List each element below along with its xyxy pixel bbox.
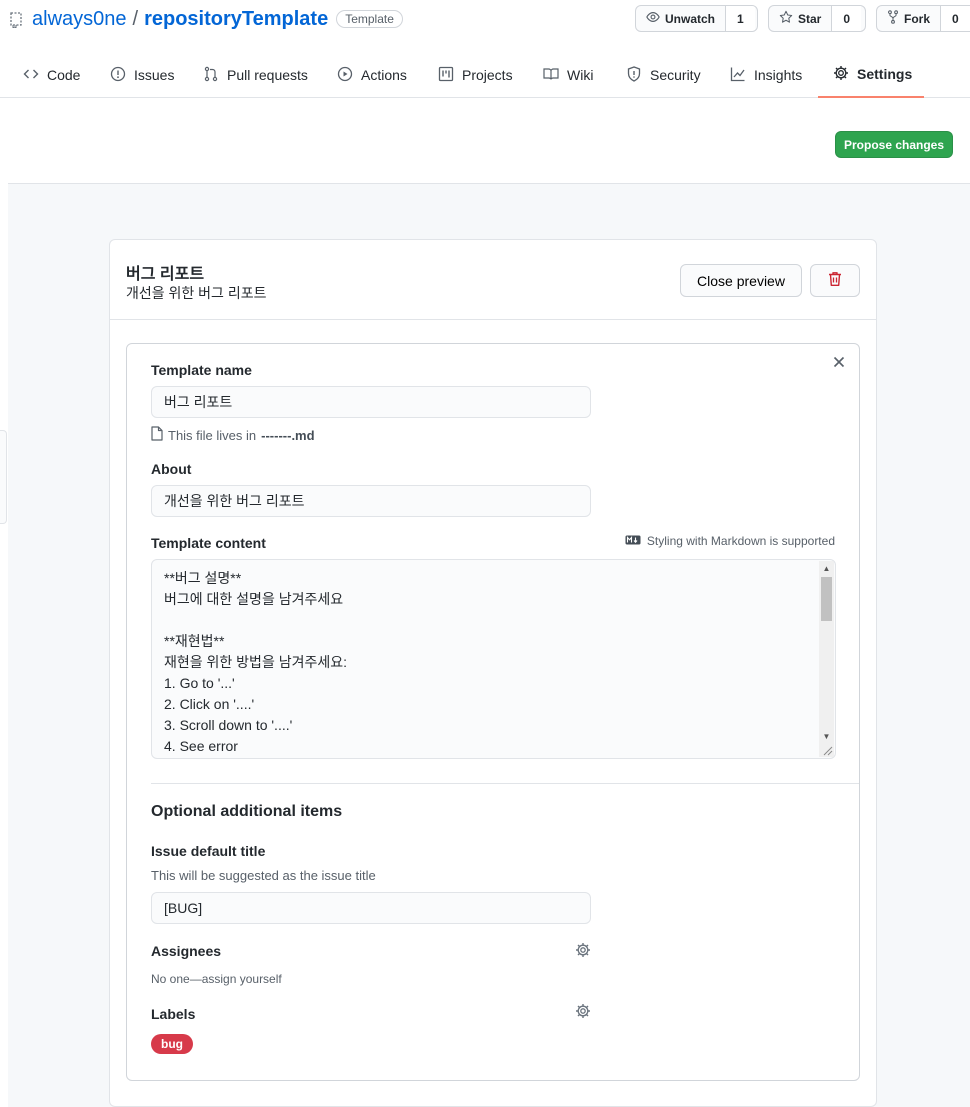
assignees-note[interactable]: No one—assign yourself xyxy=(151,972,282,986)
watchers-count[interactable]: 1 xyxy=(725,6,755,31)
fork-label: Fork xyxy=(904,11,931,26)
path-separator: / xyxy=(132,7,139,30)
bug-label-badge: bug xyxy=(151,1034,193,1054)
tab-issues-label: Issues xyxy=(134,67,175,83)
markdown-note-text: Styling with Markdown is supported xyxy=(646,534,835,548)
play-icon xyxy=(337,66,353,85)
file-location-note: This file lives in -------.md xyxy=(151,426,315,444)
tab-settings[interactable]: Settings xyxy=(818,52,924,98)
unwatch-label: Unwatch xyxy=(665,11,716,26)
repo-name-link[interactable]: repositoryTemplate xyxy=(144,8,328,31)
labels-gear-icon[interactable] xyxy=(575,1003,591,1019)
file-note-path: -------.md xyxy=(261,427,315,443)
tab-pull-requests[interactable]: Pull requests xyxy=(203,52,308,98)
tab-code[interactable]: Code xyxy=(23,52,80,98)
tab-projects[interactable]: Projects xyxy=(438,52,513,98)
tab-settings-label: Settings xyxy=(857,66,913,82)
close-preview-button[interactable]: Close preview xyxy=(680,264,802,297)
file-note-prefix: This file lives in xyxy=(168,427,257,443)
delete-template-button[interactable] xyxy=(810,264,860,297)
repo-owner-link[interactable]: always0ne xyxy=(32,8,127,31)
star-button[interactable]: Star xyxy=(769,6,831,31)
shield-icon xyxy=(626,65,642,85)
stars-count[interactable]: 0 xyxy=(831,6,862,31)
optional-items-heading: Optional additional items xyxy=(151,803,343,820)
forks-count[interactable]: 0 xyxy=(940,6,970,31)
star-button-group: Star 0 xyxy=(768,5,866,32)
trash-icon xyxy=(828,271,842,290)
issue-icon xyxy=(110,66,126,85)
assignees-label: Assignees xyxy=(151,943,222,959)
code-icon xyxy=(23,66,39,85)
tab-issues[interactable]: Issues xyxy=(110,52,174,98)
star-icon xyxy=(779,10,793,27)
tab-security[interactable]: Security xyxy=(626,52,701,98)
tab-projects-label: Projects xyxy=(462,67,513,83)
tab-wiki[interactable]: Wiki xyxy=(543,52,593,98)
tab-code-label: Code xyxy=(47,67,81,83)
template-form: Template name 버그 리포트 This file lives in … xyxy=(126,343,860,1081)
tab-insights[interactable]: Insights xyxy=(730,52,802,98)
eye-icon xyxy=(646,10,660,27)
template-name-input[interactable]: 버그 리포트 xyxy=(151,386,591,418)
issue-title-hint: This will be suggested as the issue titl… xyxy=(151,868,376,883)
unwatch-button[interactable]: Unwatch xyxy=(636,6,725,31)
fork-button[interactable]: Fork xyxy=(877,6,940,31)
repo-title: always0ne / repositoryTemplate Template xyxy=(10,6,403,32)
scrollbar-thumb[interactable] xyxy=(821,577,832,621)
file-icon xyxy=(151,426,163,444)
issue-default-title-input[interactable]: [BUG] xyxy=(151,892,591,924)
star-label: Star xyxy=(798,11,822,26)
tab-security-label: Security xyxy=(650,67,701,83)
section-divider xyxy=(151,783,859,784)
unwatch-button-group: Unwatch 1 xyxy=(635,5,758,32)
template-content-label: Template content xyxy=(151,535,266,551)
template-badge: Template xyxy=(336,10,403,28)
tab-wiki-label: Wiki xyxy=(567,67,594,83)
tab-pull-requests-label: Pull requests xyxy=(227,67,308,83)
pull-request-icon xyxy=(203,66,219,85)
template-title: 버그 리포트 xyxy=(126,266,205,283)
about-input[interactable]: 개선을 위한 버그 리포트 xyxy=(151,485,591,517)
repo-template-icon xyxy=(10,11,24,29)
tab-actions[interactable]: Actions xyxy=(337,52,407,98)
issue-default-title-label: Issue default title xyxy=(151,843,266,859)
about-label: About xyxy=(151,461,192,477)
textarea-scrollbar[interactable]: ▲ ▼ xyxy=(819,561,834,743)
template-subtitle: 개선을 위한 버그 리포트 xyxy=(126,285,267,301)
project-icon xyxy=(438,66,454,85)
scroll-up-arrow-icon[interactable]: ▲ xyxy=(819,561,834,575)
template-content-textarea[interactable]: **버그 설명** 버그에 대한 설명을 남겨주세요 **재현법** 재현을 위… xyxy=(151,559,836,759)
scroll-down-arrow-icon[interactable]: ▼ xyxy=(819,729,834,743)
template-card-header: 버그 리포트 개선을 위한 버그 리포트 Close preview xyxy=(110,240,876,320)
side-panel-handle[interactable] xyxy=(0,430,7,524)
markdown-icon xyxy=(625,534,641,548)
markdown-support-note[interactable]: Styling with Markdown is supported xyxy=(625,534,835,548)
template-content-text: **버그 설명** 버그에 대한 설명을 남겨주세요 **재현법** 재현을 위… xyxy=(164,570,347,754)
tab-insights-label: Insights xyxy=(754,67,803,83)
propose-changes-button[interactable]: Propose changes xyxy=(835,131,953,158)
book-icon xyxy=(543,66,559,85)
template-name-label: Template name xyxy=(151,362,252,378)
gear-icon xyxy=(833,65,849,84)
close-icon[interactable] xyxy=(831,354,847,370)
tab-actions-label: Actions xyxy=(361,67,407,83)
resize-handle-icon[interactable] xyxy=(819,742,834,757)
fork-button-group: Fork 0 xyxy=(876,5,970,32)
graph-icon xyxy=(730,66,746,85)
fork-icon xyxy=(887,10,899,27)
issue-template-card: 버그 리포트 개선을 위한 버그 리포트 Close preview Templ… xyxy=(109,239,877,1107)
repo-header: always0ne / repositoryTemplate Template … xyxy=(0,0,970,98)
assignees-gear-icon[interactable] xyxy=(575,942,591,958)
labels-label: Labels xyxy=(151,1006,196,1022)
